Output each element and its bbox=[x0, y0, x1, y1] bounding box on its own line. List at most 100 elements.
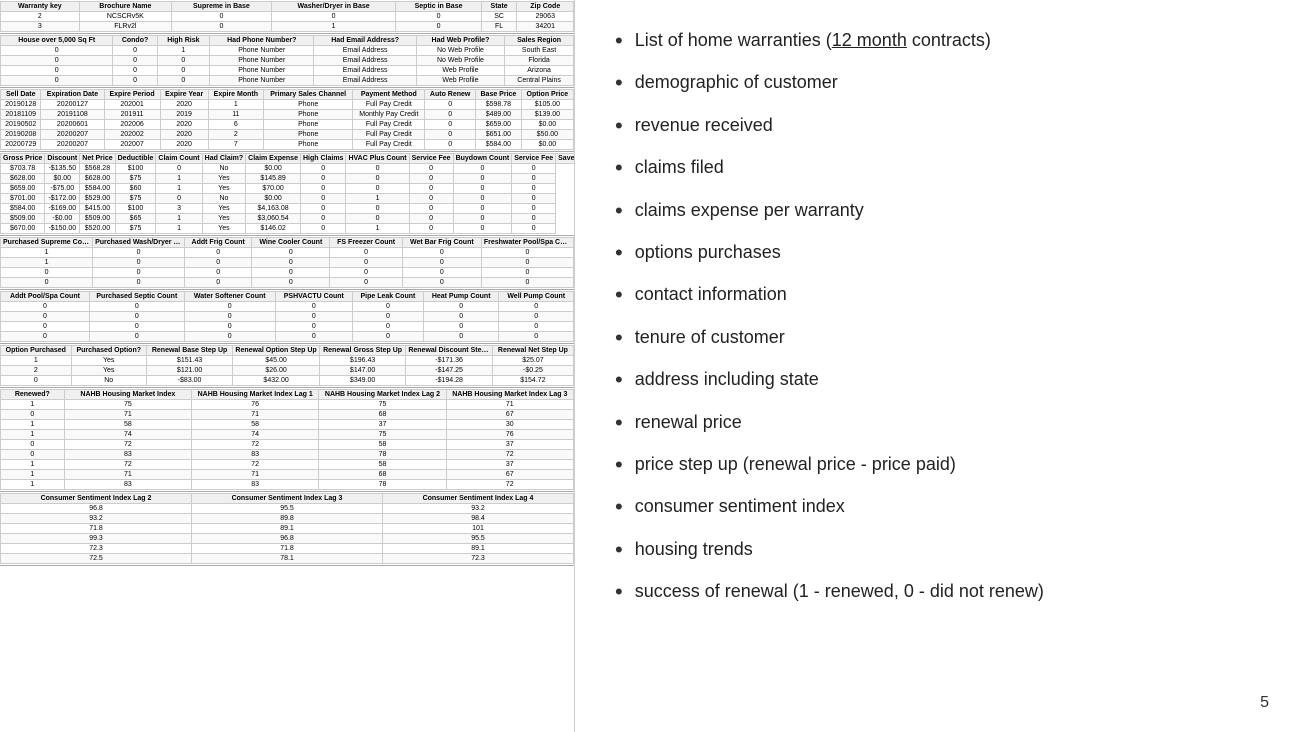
col-primary-channel: Primary Sales Channel bbox=[263, 90, 353, 100]
table-cell: $489.00 bbox=[476, 110, 522, 120]
table-cell: 0 bbox=[330, 248, 402, 258]
table-cell: 72.5 bbox=[1, 554, 192, 564]
table-cell: Phone bbox=[263, 130, 353, 140]
bullet-demographic: • demographic of customer bbox=[615, 70, 1259, 96]
table-cell: 0 bbox=[402, 248, 481, 258]
table-cell: Phone bbox=[263, 110, 353, 120]
table-cell: Web Profile bbox=[416, 76, 504, 86]
table-cell: 0 bbox=[352, 312, 423, 322]
table-cell: 0 bbox=[425, 130, 476, 140]
table-cell: 0 bbox=[1, 76, 113, 86]
bullet-claims-filed: • claims filed bbox=[615, 155, 1259, 181]
table-cell: Full Pay Credit bbox=[353, 130, 425, 140]
table-cell: Phone bbox=[263, 120, 353, 130]
bullet-text-housing-trends: housing trends bbox=[635, 537, 753, 562]
table-cell: 0 bbox=[330, 268, 402, 278]
table-row: 2NCSCRv5K000SC29063 bbox=[1, 12, 574, 22]
table-cell: 0 bbox=[1, 56, 113, 66]
table-cell: 1 bbox=[1, 470, 65, 480]
table-cell: $146.02 bbox=[246, 224, 301, 234]
table-cell: $100 bbox=[115, 204, 156, 214]
bullet-text-claims-expense: claims expense per warranty bbox=[635, 198, 864, 223]
table-cell: 0 bbox=[89, 312, 184, 322]
table-cell: 68 bbox=[319, 410, 446, 420]
col-high-claims: High Claims bbox=[300, 154, 345, 164]
table-row: 000Phone NumberEmail AddressWeb ProfileA… bbox=[1, 66, 574, 76]
col-brochure-name: Brochure Name bbox=[79, 2, 171, 12]
table-cell: 101 bbox=[383, 524, 574, 534]
table-cell: Email Address bbox=[314, 76, 416, 86]
table-row: 0000000 bbox=[1, 302, 574, 312]
bullet-dot-6: • bbox=[615, 240, 623, 266]
table-cell: $651.00 bbox=[476, 130, 522, 140]
table-cell: $584.00 bbox=[1, 204, 45, 214]
table-cell: 0 bbox=[1, 66, 113, 76]
table-cell: 0 bbox=[453, 164, 512, 174]
table-cell: Full Pay Credit bbox=[353, 120, 425, 130]
table-row: 1000000 bbox=[1, 248, 574, 258]
table-cell: 72 bbox=[192, 460, 319, 470]
table-cell: 0 bbox=[512, 184, 556, 194]
table-cell: 0 bbox=[275, 332, 352, 342]
col-purchased-wash: Purchased Wash/Dryer Count bbox=[93, 238, 185, 248]
table-cell: Yes bbox=[202, 174, 246, 184]
section-option-purchased: Option Purchased Purchased Option? Renew… bbox=[0, 344, 574, 388]
table-cell: No Web Profile bbox=[416, 46, 504, 56]
table-cell: 2020 bbox=[160, 100, 208, 110]
table-row: $659.00-$75.00$584.00$601Yes$70.0000000 bbox=[1, 184, 576, 194]
table-cell: 0 bbox=[252, 258, 330, 268]
table-cell: 20191108 bbox=[41, 110, 104, 120]
table-cell: 0 bbox=[89, 302, 184, 312]
table-row: 000Phone NumberEmail AddressWeb ProfileC… bbox=[1, 76, 574, 86]
table-cell: 202006 bbox=[104, 120, 160, 130]
bullet-text-address: address including state bbox=[635, 367, 819, 392]
col-water-softener: Water Softener Count bbox=[184, 292, 275, 302]
table-cell: 71.8 bbox=[192, 544, 383, 554]
table-cell: $139.00 bbox=[521, 110, 573, 120]
table-cell: 95.5 bbox=[192, 504, 383, 514]
table-cell: 0 bbox=[346, 214, 409, 224]
underline-12-month: 12 month bbox=[832, 30, 907, 50]
table-cell: $509.00 bbox=[1, 214, 45, 224]
table-cell: 0 bbox=[184, 322, 275, 332]
col-house-5000: House over 5,000 Sq Ft bbox=[1, 36, 113, 46]
col-had-email: Had Email Address? bbox=[314, 36, 416, 46]
table-cell: $50.00 bbox=[521, 130, 573, 140]
table-cell: $154.72 bbox=[492, 376, 573, 386]
col-nahb-lag1: NAHB Housing Market Index Lag 1 bbox=[192, 390, 319, 400]
bullet-text-tenure: tenure of customer bbox=[635, 325, 785, 350]
col-hvac-plus: HVAC Plus Count bbox=[346, 154, 409, 164]
table-row: 0000000 bbox=[1, 312, 574, 322]
table-cell: Yes bbox=[71, 356, 146, 366]
spreadsheet-panel: Warranty key Brochure Name Supreme in Ba… bbox=[0, 0, 575, 732]
bullet-claims-expense: • claims expense per warranty bbox=[615, 198, 1259, 224]
table-cell: $415.00 bbox=[80, 204, 115, 214]
table-cell: 83 bbox=[64, 480, 191, 490]
bullet-dot-7: • bbox=[615, 282, 623, 308]
table-cell: 1 bbox=[346, 224, 409, 234]
table-cell: $196.43 bbox=[319, 356, 406, 366]
table-cell: $4,163.08 bbox=[246, 204, 301, 214]
table-row: 0No-$83.00$432.00$349.00-$194.28$154.72 bbox=[1, 376, 574, 386]
table-cell: Yes bbox=[202, 204, 246, 214]
section-house: House over 5,000 Sq Ft Condo? High Risk … bbox=[0, 34, 574, 88]
col-purchased-supreme: Purchased Supreme Count bbox=[1, 238, 93, 248]
table-row: 0000000 bbox=[1, 278, 574, 288]
table-cell: -$75.00 bbox=[45, 184, 80, 194]
table-cell: $121.00 bbox=[146, 366, 233, 376]
table-cell: 3 bbox=[1, 22, 80, 32]
table-cell: No bbox=[202, 164, 246, 174]
col-wine-cooler: Wine Cooler Count bbox=[252, 238, 330, 248]
bullet-text-home-warranties: List of home warranties (12 month contra… bbox=[635, 28, 991, 53]
table-row: $670.00-$150.00$520.00$751Yes$146.020100… bbox=[1, 224, 576, 234]
table-cell: 0 bbox=[499, 322, 574, 332]
bullet-text-success-renewal: success of renewal (1 - renewed, 0 - did… bbox=[635, 579, 1044, 604]
table-cell: 3 bbox=[156, 204, 202, 214]
bullet-text-contact-info: contact information bbox=[635, 282, 787, 307]
table-cell: Phone bbox=[263, 100, 353, 110]
col-consumer-lag4: Consumer Sentiment Index Lag 4 bbox=[383, 494, 574, 504]
table-cell: $598.78 bbox=[476, 100, 522, 110]
col-pipe-leak: Pipe Leak Count bbox=[352, 292, 423, 302]
table-cell: 0 bbox=[409, 184, 453, 194]
table-cell: $628.00 bbox=[80, 174, 115, 184]
